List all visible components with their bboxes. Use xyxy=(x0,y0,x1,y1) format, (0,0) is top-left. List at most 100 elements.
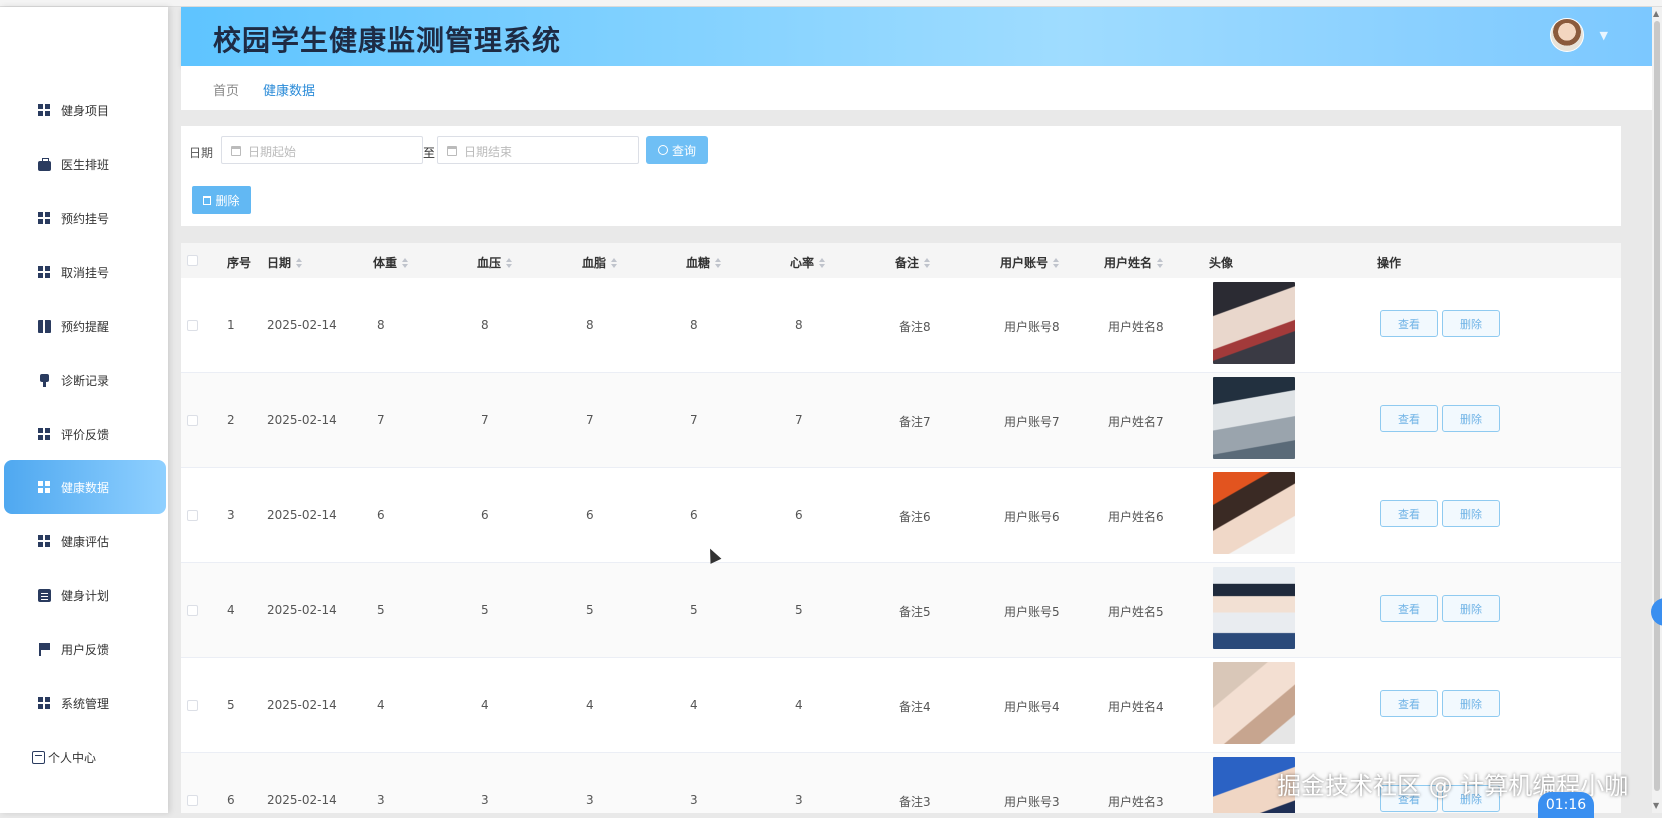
cell-blood-pressure: 4 xyxy=(481,698,489,712)
view-button[interactable]: 查看 xyxy=(1380,405,1438,432)
user-photo xyxy=(1213,567,1295,649)
user-photo xyxy=(1213,282,1295,364)
col-weight[interactable]: 体重 xyxy=(373,254,409,271)
col-blood-sugar[interactable]: 血糖 xyxy=(686,254,722,271)
row-checkbox[interactable] xyxy=(187,700,198,711)
cell-heart-rate: 8 xyxy=(795,318,803,332)
row-checkbox[interactable] xyxy=(187,320,198,331)
cell-blood-lipid: 5 xyxy=(586,603,594,617)
table-header: 序号 日期 体重 血压 血脂 血糖 心率 备注 用户账号 用户姓名 头像 操作 xyxy=(181,243,1621,278)
sort-icon[interactable] xyxy=(715,257,722,268)
user-avatar[interactable] xyxy=(1550,18,1584,52)
date-end-placeholder: 日期结束 xyxy=(464,145,513,159)
cell-account: 用户账号4 xyxy=(1004,700,1060,714)
view-button[interactable]: 查看 xyxy=(1380,690,1438,717)
calendar-icon xyxy=(447,146,457,156)
delete-button[interactable]: 删除 xyxy=(1442,690,1500,717)
cell-account: 用户账号3 xyxy=(1004,795,1060,809)
sort-icon[interactable] xyxy=(1157,257,1164,268)
sidebar-item-user-feedback[interactable]: 用户反馈 xyxy=(4,622,166,676)
cell-username: 用户姓名3 xyxy=(1108,795,1164,809)
select-all-checkbox[interactable] xyxy=(187,255,198,266)
col-label: 操作 xyxy=(1377,256,1402,270)
sidebar-item-label: 健康评估 xyxy=(61,534,110,549)
col-username[interactable]: 用户姓名 xyxy=(1104,254,1164,271)
cell-blood-lipid: 3 xyxy=(586,793,594,807)
row-checkbox[interactable] xyxy=(187,510,198,521)
tab-health-data[interactable]: 健康数据 xyxy=(263,80,315,99)
sort-icon[interactable] xyxy=(611,257,618,268)
query-button[interactable]: 查询 xyxy=(646,136,708,164)
view-button[interactable]: 查看 xyxy=(1380,595,1438,622)
delete-button[interactable]: 删除 xyxy=(1442,500,1500,527)
sidebar-item-reminder[interactable]: 预约提醒 xyxy=(4,299,166,353)
sidebar-item-feedback-review[interactable]: 评价反馈 xyxy=(4,407,166,461)
row-checkbox[interactable] xyxy=(187,415,198,426)
briefcase-icon xyxy=(38,157,51,171)
sidebar-item-system-management[interactable]: 系统管理 xyxy=(4,676,166,730)
filter-panel: 日期 日期起始 至 日期结束 查询 删除 xyxy=(181,126,1621,226)
cell-blood-pressure: 5 xyxy=(481,603,489,617)
col-label: 用户账号 xyxy=(1000,256,1049,270)
sidebar-item-label: 预约挂号 xyxy=(61,211,110,226)
sidebar-item-personal-center[interactable]: 个人中心 xyxy=(4,730,166,784)
sort-icon[interactable] xyxy=(819,257,826,268)
cell-note: 备注4 xyxy=(899,700,931,714)
cell-heart-rate: 6 xyxy=(795,508,803,522)
cell-username: 用户姓名6 xyxy=(1108,510,1164,524)
grid-icon xyxy=(38,696,51,710)
col-label: 血糖 xyxy=(686,256,711,270)
sort-icon[interactable] xyxy=(402,257,409,268)
row-checkbox[interactable] xyxy=(187,605,198,616)
cell-blood-sugar: 7 xyxy=(690,413,698,427)
user-photo xyxy=(1213,662,1295,744)
cell-blood-sugar: 8 xyxy=(690,318,698,332)
view-button[interactable]: 查看 xyxy=(1380,310,1438,337)
col-blood-pressure[interactable]: 血压 xyxy=(477,254,513,271)
sort-icon[interactable] xyxy=(1053,257,1060,268)
col-label: 日期 xyxy=(267,256,292,270)
sidebar-item-health-assessment[interactable]: 健康评估 xyxy=(4,514,166,568)
col-note[interactable]: 备注 xyxy=(895,254,931,271)
row-checkbox[interactable] xyxy=(187,795,198,806)
sidebar-item-diagnosis[interactable]: 诊断记录 xyxy=(4,353,166,407)
scroll-down-icon[interactable]: ▼ xyxy=(1653,801,1659,810)
scroll-up-icon[interactable]: ▲ xyxy=(1653,9,1659,18)
col-heart-rate[interactable]: 心率 xyxy=(790,254,826,271)
col-account[interactable]: 用户账号 xyxy=(1000,254,1060,271)
sidebar-item-cancel-appointment[interactable]: 取消挂号 xyxy=(4,245,166,299)
sidebar-item-appointment[interactable]: 预约挂号 xyxy=(4,191,166,245)
batch-delete-button[interactable]: 删除 xyxy=(192,186,251,214)
cell-note: 备注3 xyxy=(899,795,931,809)
cell-username: 用户姓名7 xyxy=(1108,415,1164,429)
col-date[interactable]: 日期 xyxy=(267,254,303,271)
delete-button[interactable]: 删除 xyxy=(1442,310,1500,337)
date-end-input[interactable]: 日期结束 xyxy=(437,136,639,164)
delete-button[interactable]: 删除 xyxy=(1442,595,1500,622)
cell-heart-rate: 3 xyxy=(795,793,803,807)
sort-icon[interactable] xyxy=(924,257,931,268)
app-title: 校园学生健康监测管理系统 xyxy=(213,24,562,57)
view-button[interactable]: 查看 xyxy=(1380,500,1438,527)
col-blood-lipid[interactable]: 血脂 xyxy=(582,254,618,271)
page-scrollbar[interactable]: ▲ ▼ xyxy=(1652,7,1662,813)
sort-icon[interactable] xyxy=(506,257,513,268)
cell-blood-sugar: 6 xyxy=(690,508,698,522)
search-icon xyxy=(657,145,668,155)
col-label: 心率 xyxy=(790,256,815,270)
cell-blood-lipid: 6 xyxy=(586,508,594,522)
scroll-thumb[interactable] xyxy=(1654,21,1660,791)
sidebar-item-health-data[interactable]: 健康数据 xyxy=(4,460,166,514)
col-label: 备注 xyxy=(895,256,920,270)
sidebar-item-fitness-plan[interactable]: 健身计划 xyxy=(4,568,166,622)
sidebar-item-fitness-project[interactable]: 健身项目 xyxy=(4,83,166,137)
sidebar-item-doctor-schedule[interactable]: 医生排班 xyxy=(4,137,166,191)
sidebar-item-label: 健身项目 xyxy=(61,103,110,118)
delete-button[interactable]: 删除 xyxy=(1442,405,1500,432)
sort-icon[interactable] xyxy=(296,257,303,268)
tab-home[interactable]: 首页 xyxy=(213,80,239,99)
cell-note: 备注7 xyxy=(899,415,931,429)
sidebar-item-label: 评价反馈 xyxy=(61,427,110,442)
chevron-down-icon[interactable]: ▼ xyxy=(1600,29,1608,42)
date-start-input[interactable]: 日期起始 xyxy=(221,136,423,164)
